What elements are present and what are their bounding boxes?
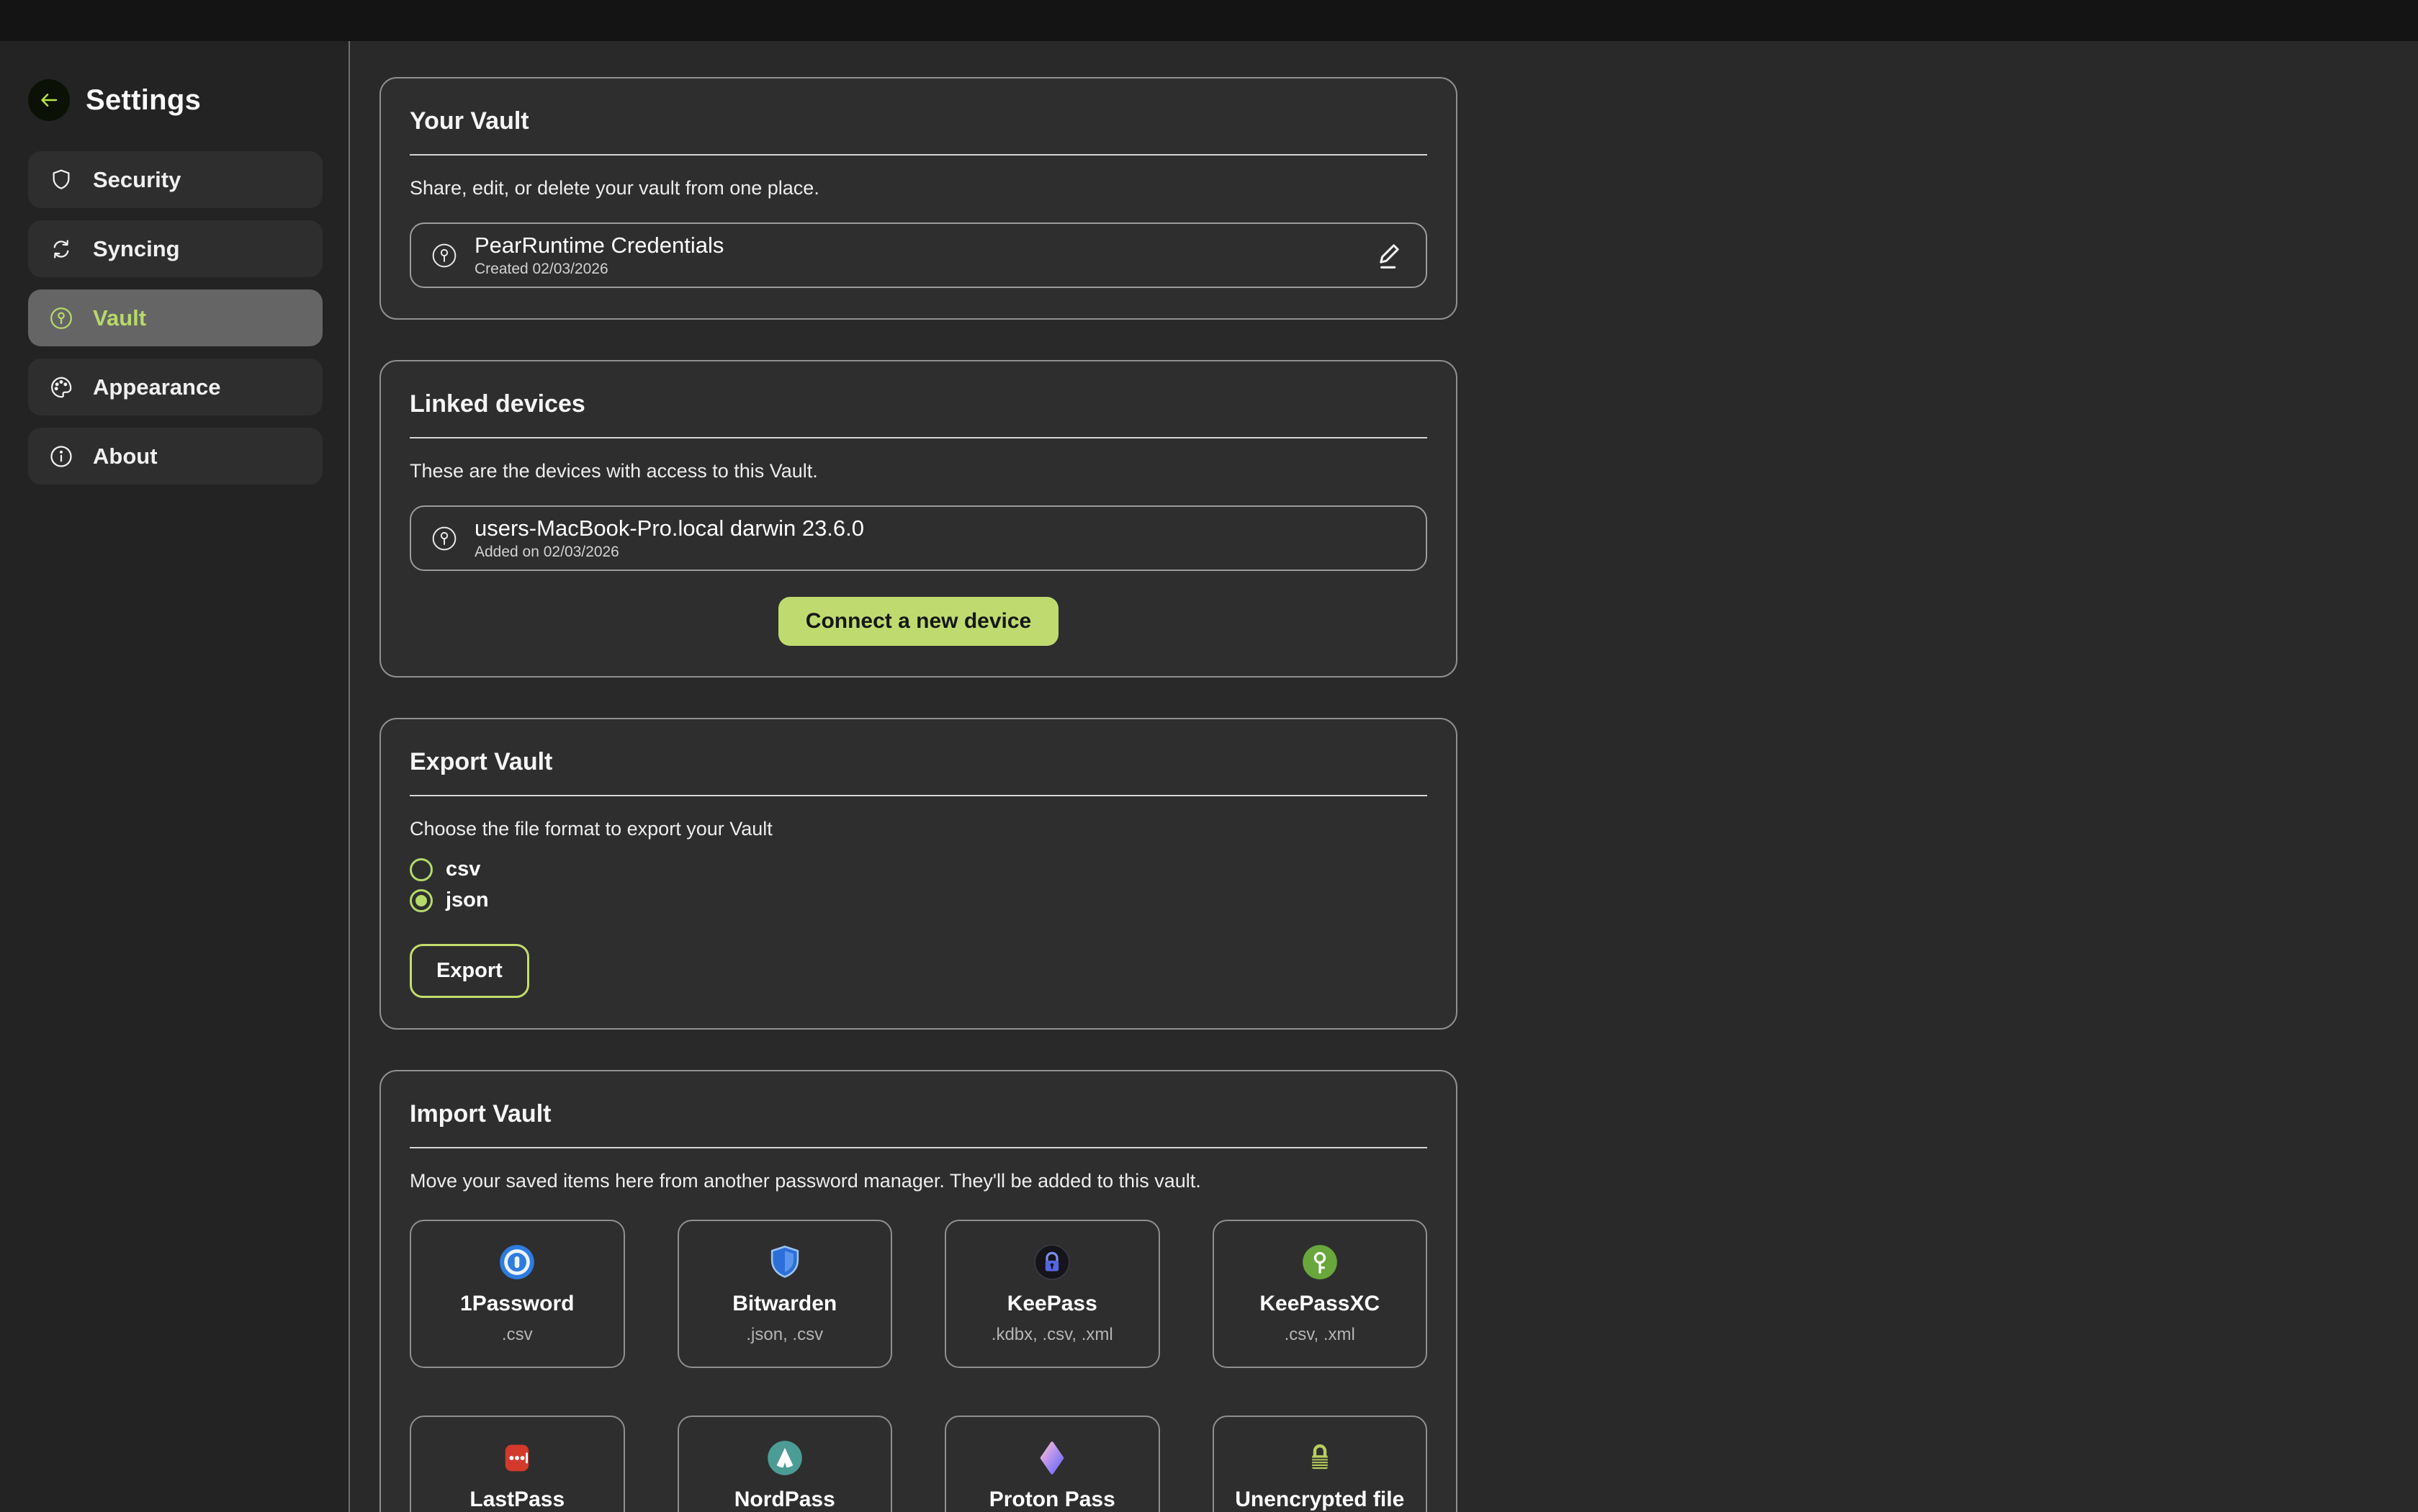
palette-icon [48,374,74,400]
import-vault-card: Import Vault Move your saved items here … [379,1070,1457,1512]
import-tile-unencrypted[interactable]: Unencrypted file .json, .csv [1213,1416,1428,1512]
vault-name: PearRuntime Credentials [475,233,724,258]
page-title: Settings [86,84,201,117]
card-title: Export Vault [410,748,1427,776]
sidebar-item-about[interactable]: About [28,428,323,485]
settings-content: Your Vault Share, edit, or delete your v… [350,41,2418,1512]
divider [410,154,1427,156]
keepassxc-icon [1300,1243,1339,1282]
sidebar-item-label: About [93,444,158,469]
sidebar-item-label: Vault [93,305,146,331]
sidebar-item-appearance[interactable]: Appearance [28,359,323,415]
settings-sidebar: Settings Security [0,41,350,1512]
device-item-row: users-MacBook-Pro.local darwin 23.6.0 Ad… [410,505,1427,571]
radio-button-selected[interactable] [410,889,433,912]
device-item-text: users-MacBook-Pro.local darwin 23.6.0 Ad… [475,516,864,561]
sidebar-item-label: Appearance [93,374,220,400]
vault-item-row[interactable]: PearRuntime Credentials Created 02/03/20… [410,222,1427,288]
keepass-icon [1033,1243,1071,1282]
key-icon [430,524,459,553]
card-title: Linked devices [410,390,1427,418]
lastpass-icon [498,1439,536,1477]
import-tile-protonpass[interactable]: Proton Pass .csv, .json [945,1416,1160,1512]
edit-pencil-icon [1374,239,1407,272]
sidebar-item-syncing[interactable]: Syncing [28,220,323,277]
radio-label: csv [446,858,480,881]
divider [410,437,1427,438]
card-title: Your Vault [410,107,1427,135]
card-description: These are the devices with access to thi… [410,460,1427,482]
card-description: Choose the file format to export your Va… [410,818,1427,840]
tile-formats: .csv [502,1325,533,1345]
unencrypted-lock-icon [1300,1439,1339,1477]
import-tile-bitwarden[interactable]: Bitwarden .json, .csv [678,1220,893,1368]
your-vault-card: Your Vault Share, edit, or delete your v… [379,77,1457,320]
export-button[interactable]: Export [410,944,529,998]
tile-name: Bitwarden [732,1292,837,1316]
import-tile-keepassxc[interactable]: KeePassXC .csv, .xml [1213,1220,1428,1368]
vault-item-text: PearRuntime Credentials Created 02/03/20… [475,233,724,278]
key-icon [48,305,74,331]
sync-icon [48,236,74,262]
shield-icon [48,167,74,193]
import-tile-lastpass[interactable]: LastPass .csv [410,1416,625,1512]
sidebar-item-label: Syncing [93,236,180,262]
back-button[interactable] [28,79,70,121]
import-tile-nordpass[interactable]: NordPass .csv [678,1416,893,1512]
tile-formats: .json, .csv [746,1325,823,1345]
device-added-date: Added on 02/03/2026 [475,544,864,561]
sidebar-nav: Security Syncing [28,151,323,485]
radio-option-json[interactable]: json [410,888,1427,912]
import-options-grid: 1Password .csv Bitwarden .jso [410,1220,1427,1512]
linked-devices-card: Linked devices These are the devices wit… [379,360,1457,678]
radio-button-unselected[interactable] [410,858,433,881]
window-titlebar [0,0,2418,41]
tile-name: KeePass [1007,1292,1097,1316]
divider [410,795,1427,796]
device-name: users-MacBook-Pro.local darwin 23.6.0 [475,516,864,541]
card-description: Share, edit, or delete your vault from o… [410,177,1427,199]
info-icon [48,444,74,469]
import-tile-keepass[interactable]: KeePass .kdbx, .csv, .xml [945,1220,1160,1368]
tile-name: Unencrypted file [1235,1488,1404,1512]
bitwarden-icon [765,1243,804,1282]
radio-label: json [446,888,489,912]
tile-name: Proton Pass [989,1488,1115,1512]
divider [410,1147,1427,1148]
protonpass-icon [1033,1439,1071,1477]
card-description: Move your saved items here from another … [410,1170,1427,1192]
arrow-left-icon [37,89,60,112]
tile-name: 1Password [460,1292,574,1316]
nordpass-icon [765,1439,804,1477]
sidebar-item-vault[interactable]: Vault [28,289,323,346]
tile-name: KeePassXC [1259,1292,1380,1316]
1password-icon [498,1243,536,1282]
tile-name: NordPass [734,1488,835,1512]
tile-formats: .csv, .xml [1285,1325,1355,1345]
sidebar-header: Settings [28,79,323,121]
edit-vault-button[interactable] [1374,239,1407,272]
export-vault-card: Export Vault Choose the file format to e… [379,718,1457,1030]
radio-option-csv[interactable]: csv [410,858,1427,881]
export-format-options: csv json [410,858,1427,912]
app-shell: Settings Security [0,41,2418,1512]
card-title: Import Vault [410,1100,1427,1128]
sidebar-item-label: Security [93,167,181,193]
tile-formats: .kdbx, .csv, .xml [992,1325,1113,1345]
sidebar-item-security[interactable]: Security [28,151,323,208]
vault-created-date: Created 02/03/2026 [475,261,724,278]
connect-new-device-button[interactable]: Connect a new device [778,597,1059,646]
app-window: Settings Security [0,0,2418,1512]
key-icon [430,241,459,270]
tile-name: LastPass [469,1488,565,1512]
import-tile-1password[interactable]: 1Password .csv [410,1220,625,1368]
connect-button-row: Connect a new device [410,597,1427,646]
